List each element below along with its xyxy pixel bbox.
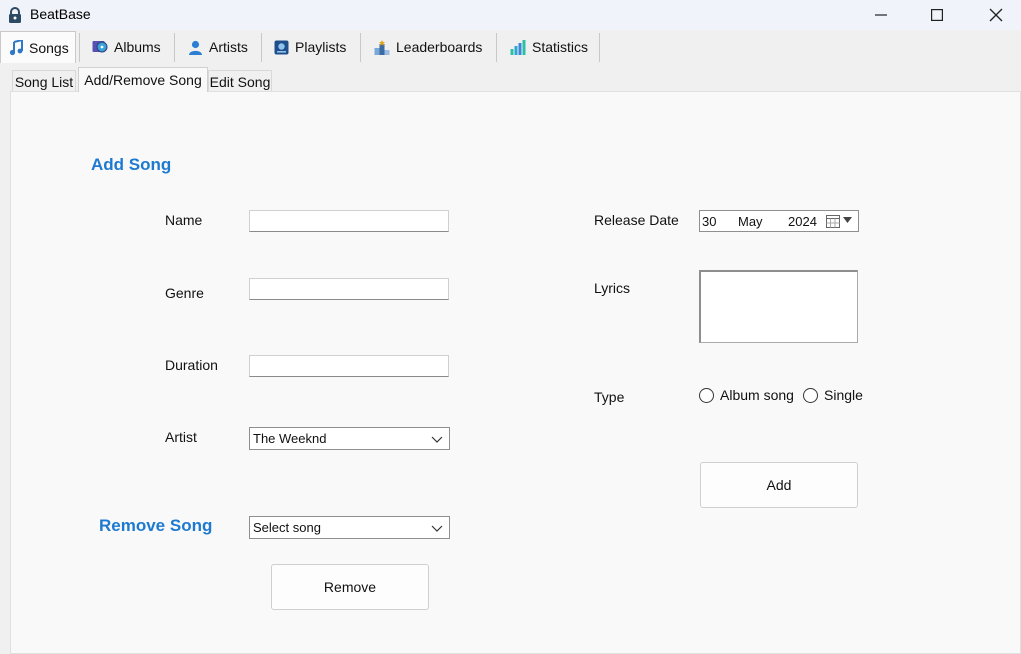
tab-label: Statistics xyxy=(532,39,589,55)
artist-selected: The Weeknd xyxy=(253,431,327,446)
tab-leaderboards[interactable]: Leaderboards xyxy=(366,32,496,62)
dropdown-arrow-icon xyxy=(843,217,852,223)
type-label: Type xyxy=(594,389,625,405)
release-date-picker[interactable]: 30 May 2024 xyxy=(699,210,859,232)
artist-label: Artist xyxy=(165,429,197,445)
person-icon xyxy=(189,40,202,55)
close-icon xyxy=(989,8,1003,22)
release-date-label: Release Date xyxy=(594,212,679,228)
remove-button[interactable]: Remove xyxy=(271,564,429,610)
select-song-dropdown[interactable]: Select song xyxy=(249,516,450,539)
sub-tab-label: Add/Remove Song xyxy=(84,72,202,88)
tab-playlists[interactable]: Playlists xyxy=(266,32,360,62)
sub-tab-label: Edit Song xyxy=(209,73,271,90)
add-button[interactable]: Add xyxy=(700,462,858,508)
radio-circle xyxy=(699,387,714,403)
genre-field[interactable] xyxy=(249,278,449,300)
tab-songs[interactable]: Songs xyxy=(0,31,76,63)
minimize-icon xyxy=(875,14,887,16)
release-month: May xyxy=(738,214,763,229)
album-song-label: Album song xyxy=(720,387,794,403)
release-day: 30 xyxy=(702,214,717,229)
duration-field[interactable] xyxy=(249,355,449,377)
chevron-down-icon xyxy=(431,436,443,443)
tab-statistics[interactable]: Statistics xyxy=(502,32,598,62)
close-button[interactable] xyxy=(967,0,1021,30)
tab-add-remove-song[interactable]: Add/Remove Song xyxy=(78,67,208,92)
sub-tab-label: Song List xyxy=(14,73,74,90)
remove-song-heading: Remove Song xyxy=(99,516,213,535)
playlist-icon xyxy=(274,40,289,54)
music-note-icon xyxy=(9,39,23,55)
add-song-heading: Add Song xyxy=(91,155,172,174)
songs-page: Song List Add/Remove Song Edit Song Add … xyxy=(0,64,1021,654)
app-lock-icon xyxy=(9,7,21,23)
genre-label: Genre xyxy=(165,285,204,301)
minimize-button[interactable] xyxy=(852,0,910,30)
tab-artists[interactable]: Artists xyxy=(180,32,260,62)
tab-label: Playlists xyxy=(295,39,347,55)
bar-chart-icon xyxy=(510,39,526,55)
single-label: Single xyxy=(824,387,863,403)
duration-label: Duration xyxy=(165,357,218,373)
tab-label: Artists xyxy=(209,39,248,55)
lyrics-field[interactable] xyxy=(699,270,858,343)
artist-dropdown[interactable]: The Weeknd xyxy=(249,427,450,450)
window-title: BeatBase xyxy=(30,6,91,22)
calendar-icon xyxy=(826,215,840,228)
add-remove-song-panel: Add Song Name Genre Duration Artist The … xyxy=(10,91,1021,654)
album-icon xyxy=(92,41,108,53)
name-field[interactable] xyxy=(249,210,449,232)
release-year: 2024 xyxy=(788,214,817,229)
main-tab-bar: Songs Albums Artists Playlists Leaderboa… xyxy=(0,30,1021,64)
leaderboard-icon xyxy=(374,39,390,55)
tab-label: Leaderboards xyxy=(396,39,483,55)
radio-circle xyxy=(803,387,818,403)
single-radio[interactable]: Single xyxy=(803,387,863,403)
tab-label: Songs xyxy=(29,39,69,56)
name-label: Name xyxy=(165,212,203,228)
lyrics-label: Lyrics xyxy=(594,280,631,296)
tab-song-list[interactable]: Song List xyxy=(12,70,76,92)
tab-label: Albums xyxy=(114,39,161,55)
select-song-value: Select song xyxy=(253,520,321,535)
album-song-radio[interactable]: Album song xyxy=(699,387,794,403)
tab-edit-song[interactable]: Edit Song xyxy=(208,70,272,92)
maximize-button[interactable] xyxy=(908,0,966,30)
title-bar: BeatBase xyxy=(0,0,1021,30)
maximize-icon xyxy=(931,9,943,21)
chevron-down-icon xyxy=(431,525,443,532)
tab-albums[interactable]: Albums xyxy=(84,32,174,62)
